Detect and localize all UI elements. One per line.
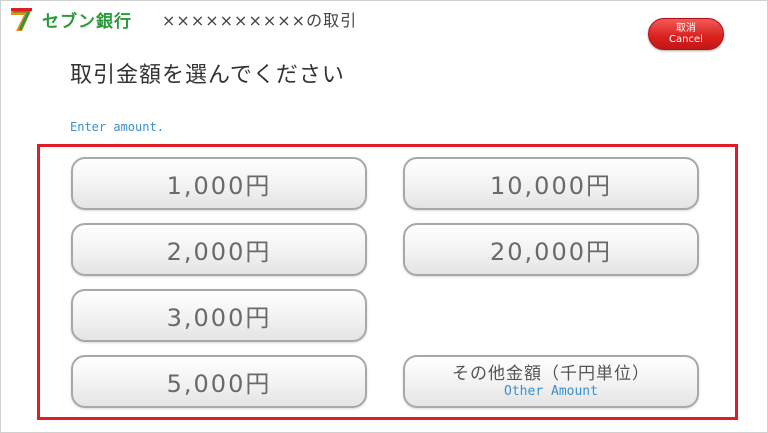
seven-bank-logo-icon — [11, 8, 32, 31]
page-title: 取引金額を選んでください — [70, 63, 345, 88]
amount-10000-button[interactable]: 10,000円 — [403, 157, 699, 210]
cancel-label-en: Cancel — [669, 34, 703, 45]
amount-label: 20,000円 — [490, 238, 612, 266]
amount-3000-button[interactable]: 3,000円 — [71, 289, 367, 342]
amount-label: 2,000円 — [166, 238, 272, 266]
amount-label: 3,000円 — [166, 304, 272, 332]
amount-label: 5,000円 — [166, 370, 272, 398]
other-amount-button[interactable]: その他金額（千円単位） Other Amount — [403, 355, 699, 408]
brand: セブン銀行 — [8, 4, 132, 34]
page-subtitle: Enter amount. — [70, 120, 164, 134]
amount-5000-button[interactable]: 5,000円 — [71, 355, 367, 408]
other-amount-label-jp: その他金額（千円単位） — [452, 363, 650, 384]
cancel-button[interactable]: 取消 Cancel — [648, 18, 724, 50]
amount-label: 1,000円 — [166, 172, 272, 200]
amount-1000-button[interactable]: 1,000円 — [71, 157, 367, 210]
amount-2000-button[interactable]: 2,000円 — [71, 223, 367, 276]
brand-name: セブン銀行 — [42, 11, 132, 32]
amount-20000-button[interactable]: 20,000円 — [403, 223, 699, 276]
amount-label: 10,000円 — [490, 172, 612, 200]
atm-screen: セブン銀行 ××××××××××の取引 取消 Cancel 取引金額を選んでくだ… — [0, 0, 768, 433]
transaction-title: ××××××××××の取引 — [162, 11, 358, 30]
other-amount-label-en: Other Amount — [504, 383, 598, 399]
cancel-label-jp: 取消 — [676, 23, 696, 34]
